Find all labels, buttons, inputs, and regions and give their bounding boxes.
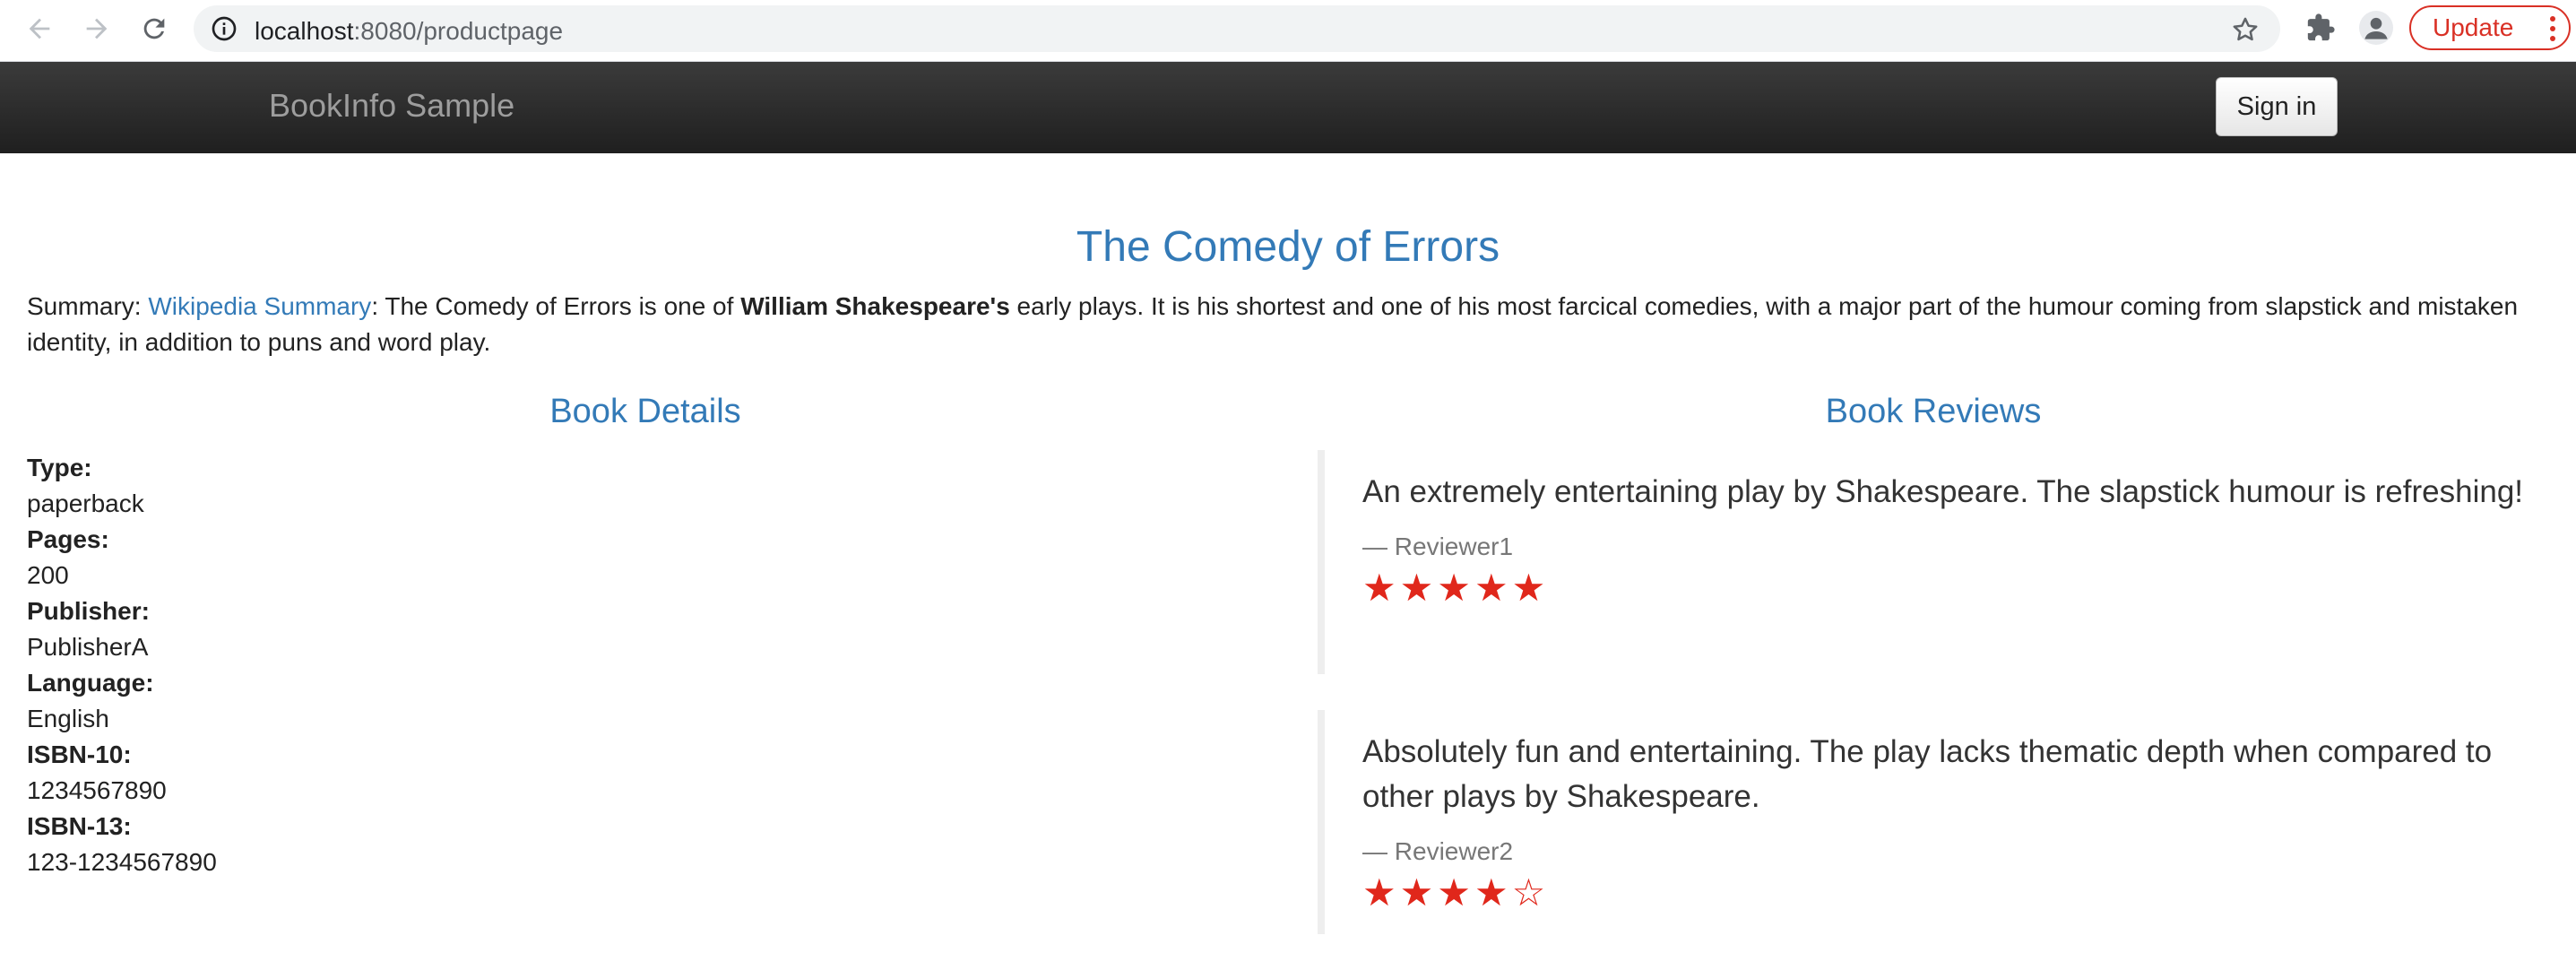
isbn10-value: 1234567890 — [27, 776, 167, 804]
review-item: Absolutely fun and entertaining. The pla… — [1318, 710, 2554, 934]
star-rating: ★★★★★ — [1362, 567, 1550, 609]
review-item: An extremely entertaining play by Shakes… — [1318, 450, 2554, 674]
browser-update-button[interactable]: Update — [2409, 5, 2571, 50]
app-navbar: BookInfo Sample Sign in — [0, 62, 2576, 153]
reviewer-name: — Reviewer1 — [1362, 533, 1514, 560]
isbn13-label: ISBN-13: — [27, 812, 132, 840]
wikipedia-summary-link[interactable]: Wikipedia Summary — [148, 292, 371, 320]
summary-text: : The Comedy of Errors is one of — [371, 292, 741, 320]
url-text: localhost:8080/productpage — [255, 17, 564, 45]
summary-author: William Shakespeare's — [740, 292, 1010, 320]
extensions-icon[interactable] — [2305, 13, 2336, 43]
language-label: Language: — [27, 669, 154, 697]
publisher-label: Publisher: — [27, 597, 150, 625]
review-text: An extremely entertaining play by Shakes… — [1362, 474, 2524, 509]
review-text: Absolutely fun and entertaining. The pla… — [1362, 734, 2493, 814]
star-rating: ★★★★☆ — [1362, 871, 1550, 914]
language-value: English — [27, 705, 109, 732]
more-menu-icon[interactable] — [2549, 16, 2556, 41]
browser-toolbar: localhost:8080/productpage Update — [0, 0, 2576, 62]
summary-prefix: Summary: — [27, 292, 149, 320]
book-details: Type: paperback Pages: 200 Publisher: Pu… — [27, 450, 217, 880]
info-icon[interactable] — [210, 14, 238, 43]
pages-value: 200 — [27, 561, 69, 589]
product-summary: Summary: Wikipedia Summary: The Comedy o… — [27, 289, 2563, 360]
type-label: Type: — [27, 454, 92, 481]
update-label: Update — [2433, 13, 2514, 41]
book-details-heading: Book Details — [549, 393, 741, 430]
address-bar[interactable]: localhost:8080/productpage — [194, 5, 2280, 52]
book-reviews-heading: Book Reviews — [1825, 393, 2042, 430]
reload-icon[interactable] — [136, 11, 172, 47]
page-title: The Comedy of Errors — [1076, 223, 1500, 271]
bookmark-star-icon[interactable] — [2230, 14, 2260, 45]
reviewer-name: — Reviewer2 — [1362, 837, 1514, 865]
sign-in-button[interactable]: Sign in — [2216, 77, 2338, 136]
back-icon[interactable] — [22, 11, 57, 47]
profile-avatar-icon[interactable] — [2359, 11, 2393, 45]
pages-label: Pages: — [27, 525, 109, 553]
app-brand[interactable]: BookInfo Sample — [269, 87, 514, 125]
publisher-value: PublisherA — [27, 633, 149, 661]
type-value: paperback — [27, 489, 144, 517]
isbn13-value: 123-1234567890 — [27, 848, 217, 876]
isbn10-label: ISBN-10: — [27, 740, 132, 768]
forward-icon[interactable] — [79, 11, 115, 47]
